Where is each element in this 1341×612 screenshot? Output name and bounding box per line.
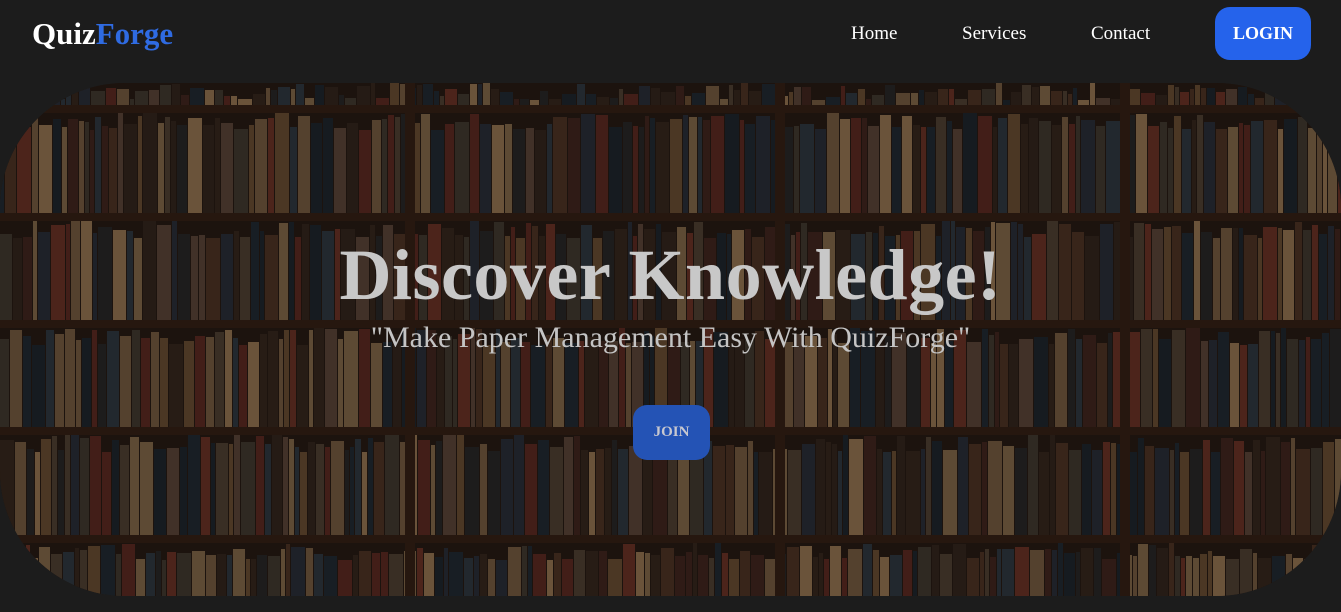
hero-title: Discover Knowledge! bbox=[339, 235, 1002, 315]
hero-section: Discover Knowledge! "Make Paper Manageme… bbox=[0, 83, 1341, 596]
hero-subtitle: "Make Paper Management Easy With QuizFor… bbox=[370, 321, 971, 354]
navbar: QuizForge Home Services Contact LOGIN bbox=[0, 0, 1341, 72]
login-button[interactable]: LOGIN bbox=[1215, 7, 1311, 60]
nav-link-home[interactable]: Home bbox=[851, 23, 897, 45]
nav-link-services[interactable]: Services bbox=[962, 23, 1026, 45]
nav-link-contact[interactable]: Contact bbox=[1091, 23, 1150, 45]
brand-name-primary: Quiz bbox=[32, 16, 96, 51]
brand-name-accent: Forge bbox=[95, 16, 174, 51]
brand-logo[interactable]: QuizForge bbox=[32, 16, 173, 52]
join-button[interactable]: JOIN bbox=[633, 405, 710, 460]
